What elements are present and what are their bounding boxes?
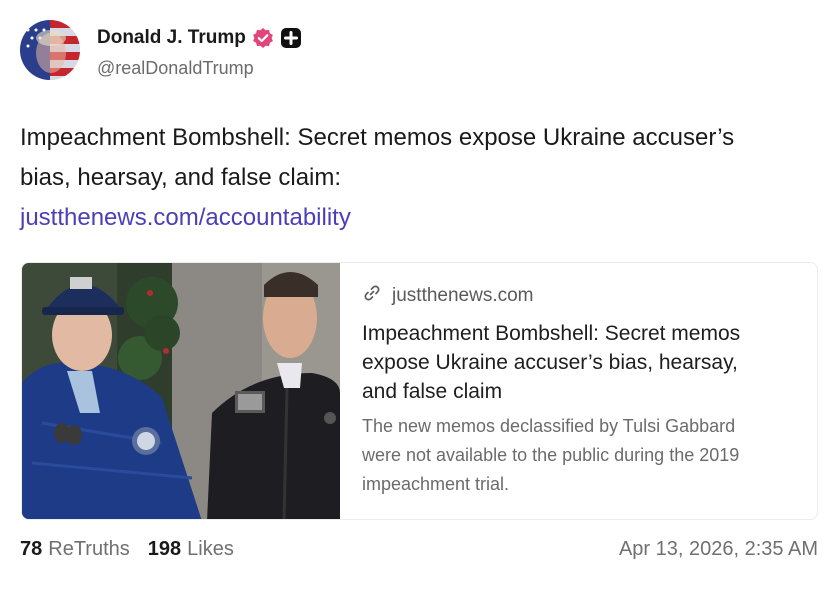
link-chain-icon xyxy=(362,283,382,309)
author-handle[interactable]: @realDonaldTrump xyxy=(97,58,254,79)
post-text: Impeachment Bombshell: Secret memos expo… xyxy=(20,124,735,191)
likes-count: 198 xyxy=(147,538,182,560)
card-info: justthenews.com Impeachment Bombshell: S… xyxy=(362,283,802,499)
author-name-row: Donald J. Trump xyxy=(97,27,302,49)
link-preview-card[interactable]: justthenews.com Impeachment Bombshell: S… xyxy=(21,262,818,520)
post-stats: 78 ReTruths 198 Likes xyxy=(20,538,234,561)
likes-stat[interactable]: 198 Likes xyxy=(148,538,234,561)
plus-badge-icon xyxy=(280,27,302,49)
post-link[interactable]: justthenews.com/accountability xyxy=(20,198,780,238)
retruths-label: ReTruths xyxy=(48,538,130,560)
retruths-stat[interactable]: 78 ReTruths xyxy=(20,538,130,561)
card-domain: justthenews.com xyxy=(392,285,534,306)
card-description: The new memos declassified by Tulsi Gabb… xyxy=(362,416,740,494)
post-timestamp[interactable]: Apr 13, 2026, 2:35 AM xyxy=(619,538,818,561)
post-card: Donald J. Trump @realDonaldTrump Impeach… xyxy=(0,0,840,590)
post-text-block: Impeachment Bombshell: Secret memos expo… xyxy=(20,118,780,238)
verified-badge-icon xyxy=(252,27,274,49)
card-domain-row: justthenews.com xyxy=(362,283,802,309)
card-title: Impeachment Bombshell: Secret memos expo… xyxy=(362,322,741,403)
retruths-count: 78 xyxy=(20,538,43,560)
avatar[interactable] xyxy=(20,20,80,80)
card-thumbnail-image xyxy=(22,263,340,519)
avatar-image xyxy=(20,20,80,80)
likes-label: Likes xyxy=(187,538,234,560)
display-name[interactable]: Donald J. Trump xyxy=(97,27,246,49)
